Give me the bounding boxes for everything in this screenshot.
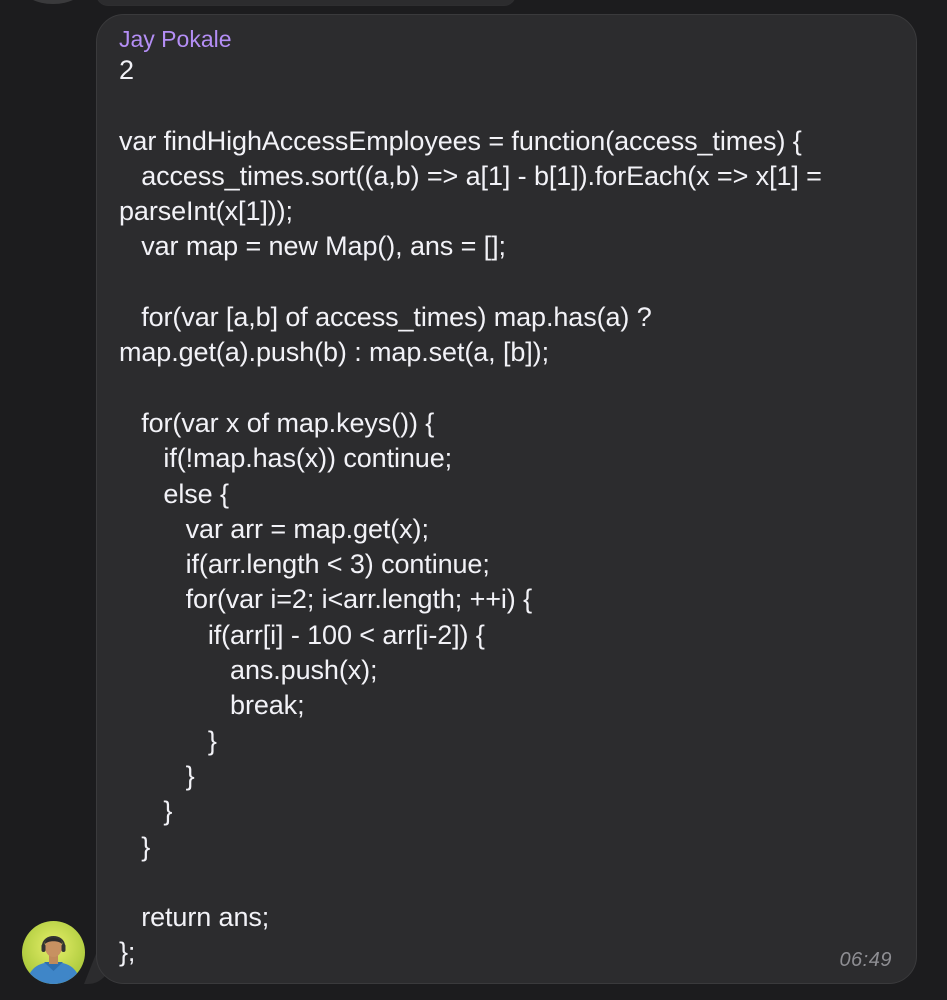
message-text: 2 var findHighAccessEmployees = function…	[119, 53, 894, 971]
message-line: }	[119, 796, 173, 827]
message-line: }	[119, 831, 151, 862]
sender-avatar[interactable]	[22, 921, 85, 984]
chat-view[interactable]: Jay Pokale 2 var findHighAccessEmployees…	[0, 0, 947, 1000]
message-line: var findHighAccessEmployees = function(a…	[119, 125, 802, 156]
message-line: for(var [a,b] of access_times) map.has(a…	[119, 302, 652, 333]
message-line	[119, 865, 894, 900]
message-line: access_times.sort((a,b) => a[1] - b[1]).…	[119, 160, 822, 191]
message-line: if(!map.has(x)) continue;	[119, 443, 453, 474]
message-line: for(var x of map.keys()) {	[119, 407, 435, 438]
avatar-photo	[22, 921, 85, 984]
message-line: var arr = map.get(x);	[119, 513, 429, 544]
message-line	[119, 88, 894, 123]
message-line: 2	[119, 55, 134, 85]
message-line: if(arr.length < 3) continue;	[119, 549, 490, 580]
message-line: var map = new Map(), ans = [];	[119, 231, 506, 262]
previous-avatar[interactable]	[22, 0, 84, 4]
message-line: }	[119, 725, 217, 756]
message-bubble[interactable]: Jay Pokale 2 var findHighAccessEmployees…	[96, 14, 917, 984]
message-line	[119, 265, 894, 300]
message-line: map.get(a).push(b) : map.set(a, [b]);	[119, 337, 549, 368]
message-line: for(var i=2; i<arr.length; ++i) {	[119, 584, 533, 615]
message-line: };	[119, 937, 136, 968]
message-line: return ans;	[119, 902, 270, 933]
message-line: break;	[119, 690, 305, 721]
message-line: parseInt(x[1]));	[119, 196, 293, 227]
message-timestamp: 06:49	[839, 949, 892, 971]
previous-message-bubble[interactable]	[96, 0, 516, 6]
message-line	[119, 371, 894, 406]
message-line: else {	[119, 478, 229, 509]
message-line: }	[119, 760, 195, 791]
message-line: if(arr[i] - 100 < arr[i-2]) {	[119, 619, 485, 650]
sender-name[interactable]: Jay Pokale	[119, 25, 894, 53]
message-line: ans.push(x);	[119, 655, 378, 686]
